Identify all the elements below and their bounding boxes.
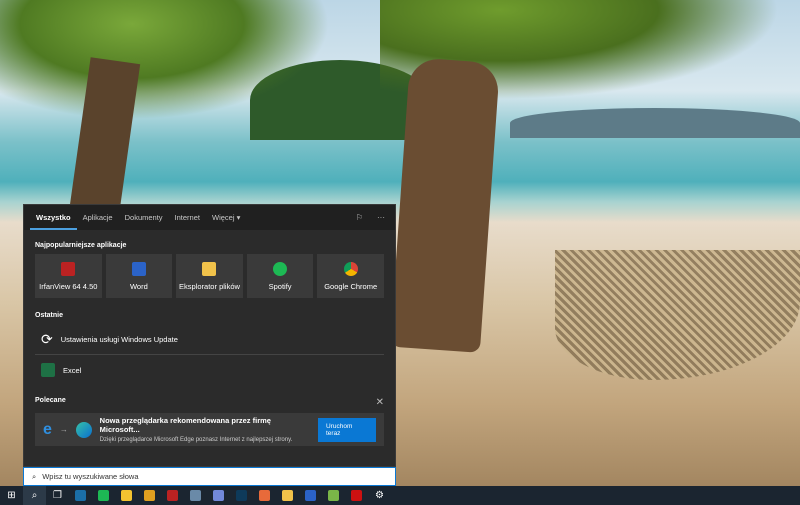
section-title-recommended: Polecane xyxy=(35,397,66,404)
chrome-icon xyxy=(343,261,358,276)
app-label: Spotify xyxy=(268,281,292,291)
netflix-icon xyxy=(351,490,362,501)
task-view-button[interactable]: ❐ xyxy=(46,486,69,505)
feedback-icon[interactable]: ⚐ xyxy=(356,205,363,230)
task-view-icon: ❐ xyxy=(53,490,62,501)
edge-recommendation[interactable]: e → Nowa przeglądarka rekomendowana prze… xyxy=(35,413,384,446)
recommendation-subtitle: Dzięki przeglądarce Microsoft Edge pozna… xyxy=(99,437,293,443)
app-label: Eksplorator plików xyxy=(179,281,240,291)
spotify-icon xyxy=(273,261,288,276)
recent-item-windows-update[interactable]: ⟳ Ustawienia usługi Windows Update xyxy=(24,324,395,354)
sticky-notes-icon xyxy=(121,490,132,501)
tab-documents[interactable]: Dokumenty xyxy=(119,205,169,230)
recommendation-title: Nowa przeglądarka rekomendowana przez fi… xyxy=(99,416,271,434)
taskbar-chrome[interactable] xyxy=(138,486,161,505)
file-explorer-icon xyxy=(282,490,293,501)
firefox-icon xyxy=(259,490,270,501)
image-editor-icon xyxy=(328,490,339,501)
launch-now-button[interactable]: Uruchom teraz xyxy=(317,417,376,442)
windows-icon: ⊞ xyxy=(7,490,16,501)
settings-button[interactable]: ⚙ xyxy=(368,486,391,505)
palm-fronds xyxy=(0,0,330,120)
tab-more[interactable]: Więcej ▾ xyxy=(206,205,246,230)
search-placeholder: Wpisz tu wyszukiwane słowa xyxy=(42,472,139,481)
chevron-down-icon: ▾ xyxy=(236,213,241,222)
taskbar-word[interactable] xyxy=(299,486,322,505)
taskbar-calculator[interactable] xyxy=(184,486,207,505)
taskbar-spotify[interactable] xyxy=(92,486,115,505)
spotify-icon xyxy=(98,490,109,501)
search-icon: ⌕ xyxy=(32,471,37,481)
taskbar-steam[interactable] xyxy=(69,486,92,505)
app-tile-file-explorer[interactable]: Eksplorator plików xyxy=(176,254,243,298)
palm-trunk xyxy=(389,57,501,353)
taskbar-netflix[interactable] xyxy=(345,486,368,505)
chrome-icon xyxy=(144,490,155,501)
recent-label: Excel xyxy=(63,365,82,375)
calculator-icon xyxy=(190,490,201,501)
hammock xyxy=(555,250,800,380)
search-input[interactable]: ⌕ Wpisz tu wyszukiwane słowa xyxy=(23,467,396,486)
taskbar-image-editor[interactable] xyxy=(322,486,345,505)
edge-legacy-icon: e xyxy=(43,420,52,438)
taskbar-photoshop[interactable] xyxy=(230,486,253,505)
tab-more-label: Więcej xyxy=(211,213,235,222)
taskbar-file-explorer[interactable] xyxy=(276,486,299,505)
irfanview-icon xyxy=(61,261,76,276)
discord-icon xyxy=(213,490,224,501)
more-options-icon[interactable]: ··· xyxy=(377,205,385,230)
steam-icon xyxy=(75,490,86,501)
gear-icon: ⚙ xyxy=(375,490,384,501)
start-button[interactable]: ⊞ xyxy=(0,486,23,505)
app-tile-irfanview[interactable]: IrfanView 64 4.50 xyxy=(35,254,102,298)
taskbar-sticky-notes[interactable] xyxy=(115,486,138,505)
search-panel: Wszystko Aplikacje Dokumenty Internet Wi… xyxy=(23,204,396,467)
section-title-recent: Ostatnie xyxy=(35,312,64,319)
recommended-header: Polecane ✕ xyxy=(24,385,395,413)
edge-icon xyxy=(75,421,92,438)
app-label: Google Chrome xyxy=(324,281,378,291)
recent-label: Ustawienia usługi Windows Update xyxy=(60,334,178,344)
photoshop-icon xyxy=(236,490,247,501)
search-icon: ⌕ xyxy=(31,490,38,501)
app-label: Word xyxy=(129,281,148,291)
excel-icon xyxy=(41,363,55,377)
search-button[interactable]: ⌕ xyxy=(23,486,46,505)
section-title-top-apps: Najpopularniejsze aplikacje xyxy=(35,242,127,249)
arrow-icon: → xyxy=(59,425,68,434)
tab-internet[interactable]: Internet xyxy=(169,205,206,230)
folder-icon xyxy=(202,261,217,276)
app-label: IrfanView 64 4.50 xyxy=(39,281,98,291)
word-icon xyxy=(131,261,146,276)
tab-apps[interactable]: Aplikacje xyxy=(77,205,119,230)
taskbar: ⊞ ⌕ ❐ ⚙ xyxy=(0,486,800,505)
app-tile-chrome[interactable]: Google Chrome xyxy=(317,254,384,298)
app-tile-spotify[interactable]: Spotify xyxy=(246,254,314,298)
tab-all[interactable]: Wszystko xyxy=(30,205,77,230)
recent-item-excel[interactable]: Excel xyxy=(24,355,395,385)
taskbar-irfanview[interactable] xyxy=(161,486,184,505)
irfanview-icon xyxy=(167,490,178,501)
taskbar-discord[interactable] xyxy=(207,486,230,505)
taskbar-firefox[interactable] xyxy=(253,486,276,505)
app-tile-word[interactable]: Word xyxy=(105,254,173,298)
search-tabs: Wszystko Aplikacje Dokumenty Internet Wi… xyxy=(24,205,395,230)
mountains xyxy=(510,108,800,138)
sync-icon: ⟳ xyxy=(41,330,53,347)
close-icon[interactable]: ✕ xyxy=(376,397,384,408)
word-icon xyxy=(305,490,316,501)
